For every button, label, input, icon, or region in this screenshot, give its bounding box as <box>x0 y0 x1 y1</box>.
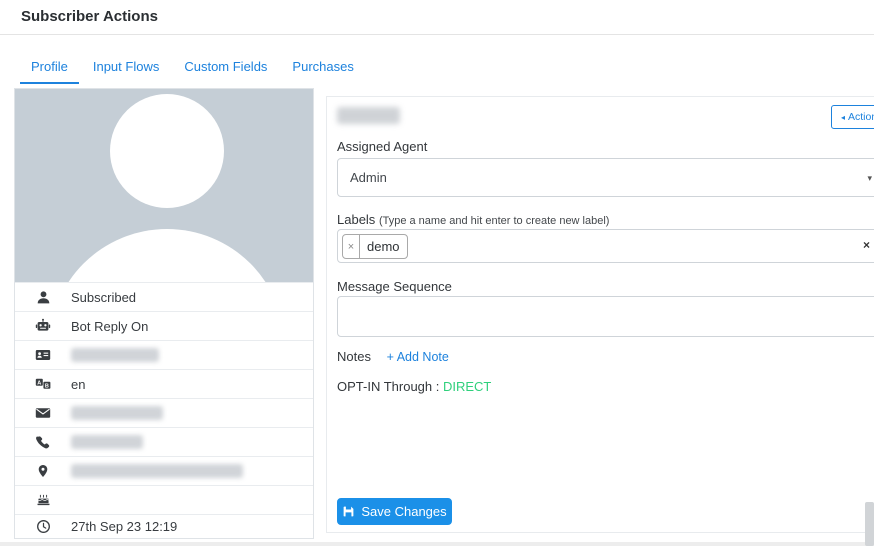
labels-label-text: Labels <box>337 212 375 227</box>
row-birthday <box>15 485 313 514</box>
remove-label-icon[interactable]: × <box>343 235 360 258</box>
subscriber-name-redacted <box>337 107 400 124</box>
tab-purchases[interactable]: Purchases <box>281 52 364 84</box>
page-bottom-edge <box>0 542 874 546</box>
language-text: en <box>71 377 85 392</box>
save-button-label: Save Changes <box>361 504 446 519</box>
tab-input-flows[interactable]: Input Flows <box>82 52 170 84</box>
labels-label: Labels (Type a name and hit enter to cre… <box>337 212 609 227</box>
page-title: Subscriber Actions <box>21 8 158 25</box>
add-note-button[interactable]: + Add Note <box>387 350 449 364</box>
row-status: Subscribed <box>15 282 313 311</box>
assigned-agent-label: Assigned Agent <box>337 139 427 154</box>
actions-button-label: Actions <box>848 111 874 123</box>
message-sequence-label: Message Sequence <box>337 279 452 294</box>
clock-icon <box>35 519 51 534</box>
label-tag-text: demo <box>360 235 407 258</box>
row-bot-reply: Bot Reply On <box>15 311 313 340</box>
phone-redacted <box>71 435 143 449</box>
row-subscribed-date: 27th Sep 23 12:19 <box>15 514 313 538</box>
actions-button[interactable]: ◂Actions <box>831 105 874 129</box>
envelope-icon <box>35 405 51 421</box>
row-subscriber-id <box>15 340 313 369</box>
tab-custom-fields[interactable]: Custom Fields <box>173 52 278 84</box>
add-note-label: Add Note <box>397 350 449 364</box>
id-card-icon <box>35 347 51 363</box>
labels-hint: (Type a name and hit enter to create new… <box>379 215 610 227</box>
save-icon <box>342 505 355 518</box>
row-email <box>15 398 313 427</box>
location-redacted <box>71 464 243 478</box>
robot-icon <box>35 318 51 334</box>
row-location <box>15 456 313 485</box>
subscriber-summary-card: Subscribed Bot Reply On AB en <box>14 88 314 539</box>
chevron-down-icon: ▾ <box>867 173 872 184</box>
subscriber-details-panel: ◂Actions Assigned Agent Admin ▾ Labels (… <box>326 96 874 533</box>
email-redacted <box>71 406 163 420</box>
svg-text:A: A <box>37 380 41 386</box>
message-sequence-input[interactable] <box>337 296 874 337</box>
bot-reply-text: Bot Reply On <box>71 319 148 334</box>
plus-icon: + <box>387 350 394 364</box>
assigned-agent-select[interactable]: Admin ▾ <box>337 158 874 197</box>
optin-label: OPT-IN Through : <box>337 379 439 394</box>
scrollbar-thumb[interactable] <box>865 502 874 546</box>
header-divider <box>0 34 874 35</box>
caret-left-icon: ◂ <box>841 113 845 122</box>
optin-value: DIRECT <box>443 379 491 394</box>
location-pin-icon <box>35 464 51 478</box>
tab-profile[interactable]: Profile <box>20 52 79 84</box>
assigned-agent-value: Admin <box>350 170 387 185</box>
notes-label: Notes <box>337 349 371 364</box>
status-text: Subscribed <box>71 290 136 305</box>
phone-icon <box>35 435 51 449</box>
birthday-cake-icon <box>35 493 51 508</box>
labels-input[interactable]: × demo × <box>337 229 874 263</box>
label-tag: × demo <box>342 234 408 259</box>
row-language: AB en <box>15 369 313 398</box>
avatar <box>15 89 313 282</box>
language-icon: AB <box>35 376 51 392</box>
tab-bar: Profile Input Flows Custom Fields Purcha… <box>20 52 368 84</box>
clear-labels-icon[interactable]: × <box>863 239 870 251</box>
save-changes-button[interactable]: Save Changes <box>337 498 452 525</box>
notes-section: Notes + Add Note <box>337 349 449 364</box>
subscriber-id-redacted <box>71 348 159 362</box>
row-phone <box>15 427 313 456</box>
optin-section: OPT-IN Through : DIRECT <box>337 379 491 394</box>
user-icon <box>35 290 51 305</box>
svg-text:B: B <box>45 383 49 389</box>
subscribed-date-text: 27th Sep 23 12:19 <box>71 519 177 534</box>
